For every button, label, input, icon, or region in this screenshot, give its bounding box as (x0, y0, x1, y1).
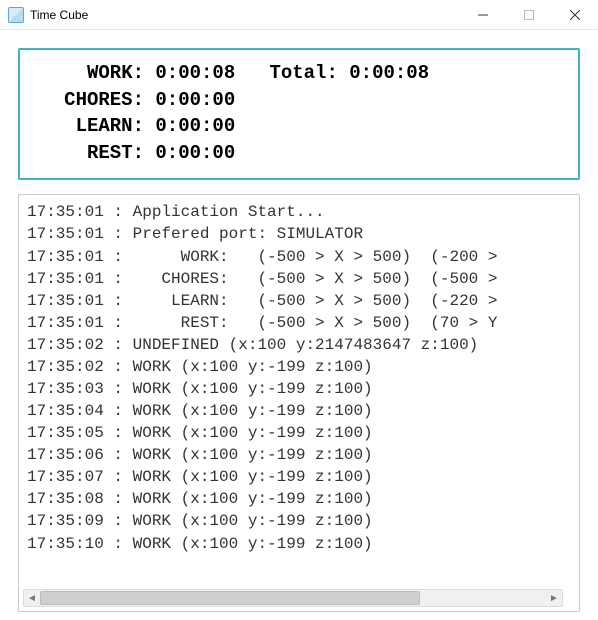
scroll-track[interactable] (40, 591, 546, 605)
log-line: 17:35:03 : WORK (x:100 y:-199 z:100) (27, 378, 571, 400)
window-buttons (460, 0, 598, 30)
summary-row-work: WORK: 0:00:08 Total: 0:00:08 (34, 60, 564, 87)
log-line: 17:35:04 : WORK (x:100 y:-199 z:100) (27, 400, 571, 422)
summary-panel: WORK: 0:00:08 Total: 0:00:08 CHORES: 0:0… (18, 48, 580, 180)
log-output: 17:35:01 : Application Start...17:35:01 … (19, 195, 579, 581)
log-line: 17:35:02 : WORK (x:100 y:-199 z:100) (27, 356, 571, 378)
scroll-thumb[interactable] (40, 591, 420, 605)
summary-value: 0:00:08 (155, 62, 235, 84)
log-line: 17:35:10 : WORK (x:100 y:-199 z:100) (27, 533, 571, 555)
log-line: 17:35:05 : WORK (x:100 y:-199 z:100) (27, 422, 571, 444)
summary-value: 0:00:00 (155, 89, 235, 111)
scroll-right-icon[interactable]: ► (546, 590, 562, 606)
summary-label: WORK: (34, 60, 144, 87)
summary-value: 0:00:00 (155, 115, 235, 137)
log-line: 17:35:06 : WORK (x:100 y:-199 z:100) (27, 444, 571, 466)
log-line: 17:35:09 : WORK (x:100 y:-199 z:100) (27, 510, 571, 532)
summary-row-chores: CHORES: 0:00:00 (34, 87, 564, 114)
horizontal-scrollbar[interactable]: ◄ ► (23, 589, 563, 607)
summary-label: LEARN: (34, 113, 144, 140)
minimize-button[interactable] (460, 0, 506, 30)
log-line: 17:35:01 : CHORES: (-500 > X > 500) (-50… (27, 268, 571, 290)
summary-label: REST: (34, 140, 144, 167)
client-area: WORK: 0:00:08 Total: 0:00:08 CHORES: 0:0… (0, 30, 598, 620)
window-title: Time Cube (30, 8, 88, 22)
app-icon (8, 7, 24, 23)
log-line: 17:35:01 : Application Start... (27, 201, 571, 223)
log-line: 17:35:07 : WORK (x:100 y:-199 z:100) (27, 466, 571, 488)
log-panel: 17:35:01 : Application Start...17:35:01 … (18, 194, 580, 612)
summary-label: CHORES: (34, 87, 144, 114)
log-line: 17:35:01 : WORK: (-500 > X > 500) (-200 … (27, 246, 571, 268)
summary-value: 0:00:00 (155, 142, 235, 164)
log-line: 17:35:01 : Prefered port: SIMULATOR (27, 223, 571, 245)
log-line: 17:35:01 : LEARN: (-500 > X > 500) (-220… (27, 290, 571, 312)
maximize-button[interactable] (506, 0, 552, 30)
summary-total-label: Total: (269, 62, 337, 84)
scroll-left-icon[interactable]: ◄ (24, 590, 40, 606)
log-line: 17:35:02 : UNDEFINED (x:100 y:2147483647… (27, 334, 571, 356)
log-line: 17:35:01 : REST: (-500 > X > 500) (70 > … (27, 312, 571, 334)
summary-row-learn: LEARN: 0:00:00 (34, 113, 564, 140)
summary-row-rest: REST: 0:00:00 (34, 140, 564, 167)
close-button[interactable] (552, 0, 598, 30)
log-line: 17:35:08 : WORK (x:100 y:-199 z:100) (27, 488, 571, 510)
titlebar: Time Cube (0, 0, 598, 30)
summary-total-value: 0:00:08 (349, 62, 429, 84)
